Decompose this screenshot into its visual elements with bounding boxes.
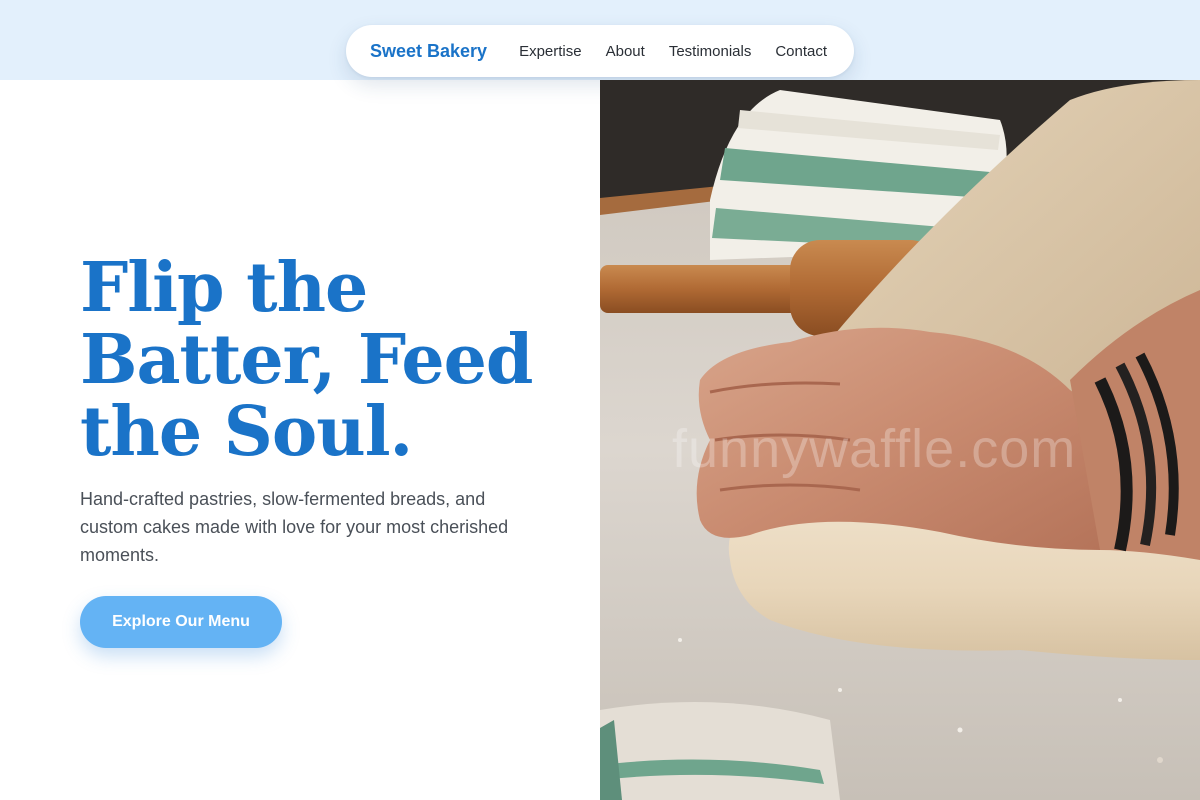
nav-link-testimonials[interactable]: Testimonials: [669, 43, 752, 60]
nav-link-expertise[interactable]: Expertise: [519, 43, 582, 60]
image-watermark: funnywaffle.com: [672, 419, 1077, 479]
nav-link-about[interactable]: About: [606, 43, 645, 60]
brand-logo[interactable]: Sweet Bakery: [370, 41, 487, 62]
hero-section: Flip the Batter, Feed the Soul. Hand-cra…: [0, 80, 600, 800]
main-nav: Sweet Bakery Expertise About Testimonial…: [346, 25, 854, 77]
nav-links: Expertise About Testimonials Contact: [519, 43, 827, 60]
nav-link-contact[interactable]: Contact: [775, 43, 827, 60]
hero-subtext: Hand-crafted pastries, slow-fermented br…: [80, 489, 509, 565]
explore-menu-button[interactable]: Explore Our Menu: [80, 596, 282, 648]
hero-image-dough-kneading: funnywaffle.com: [600, 80, 1200, 800]
hero-headline: Flip the Batter, Feed the Soul.: [80, 248, 533, 472]
header-bar: Sweet Bakery Expertise About Testimonial…: [0, 0, 1200, 80]
